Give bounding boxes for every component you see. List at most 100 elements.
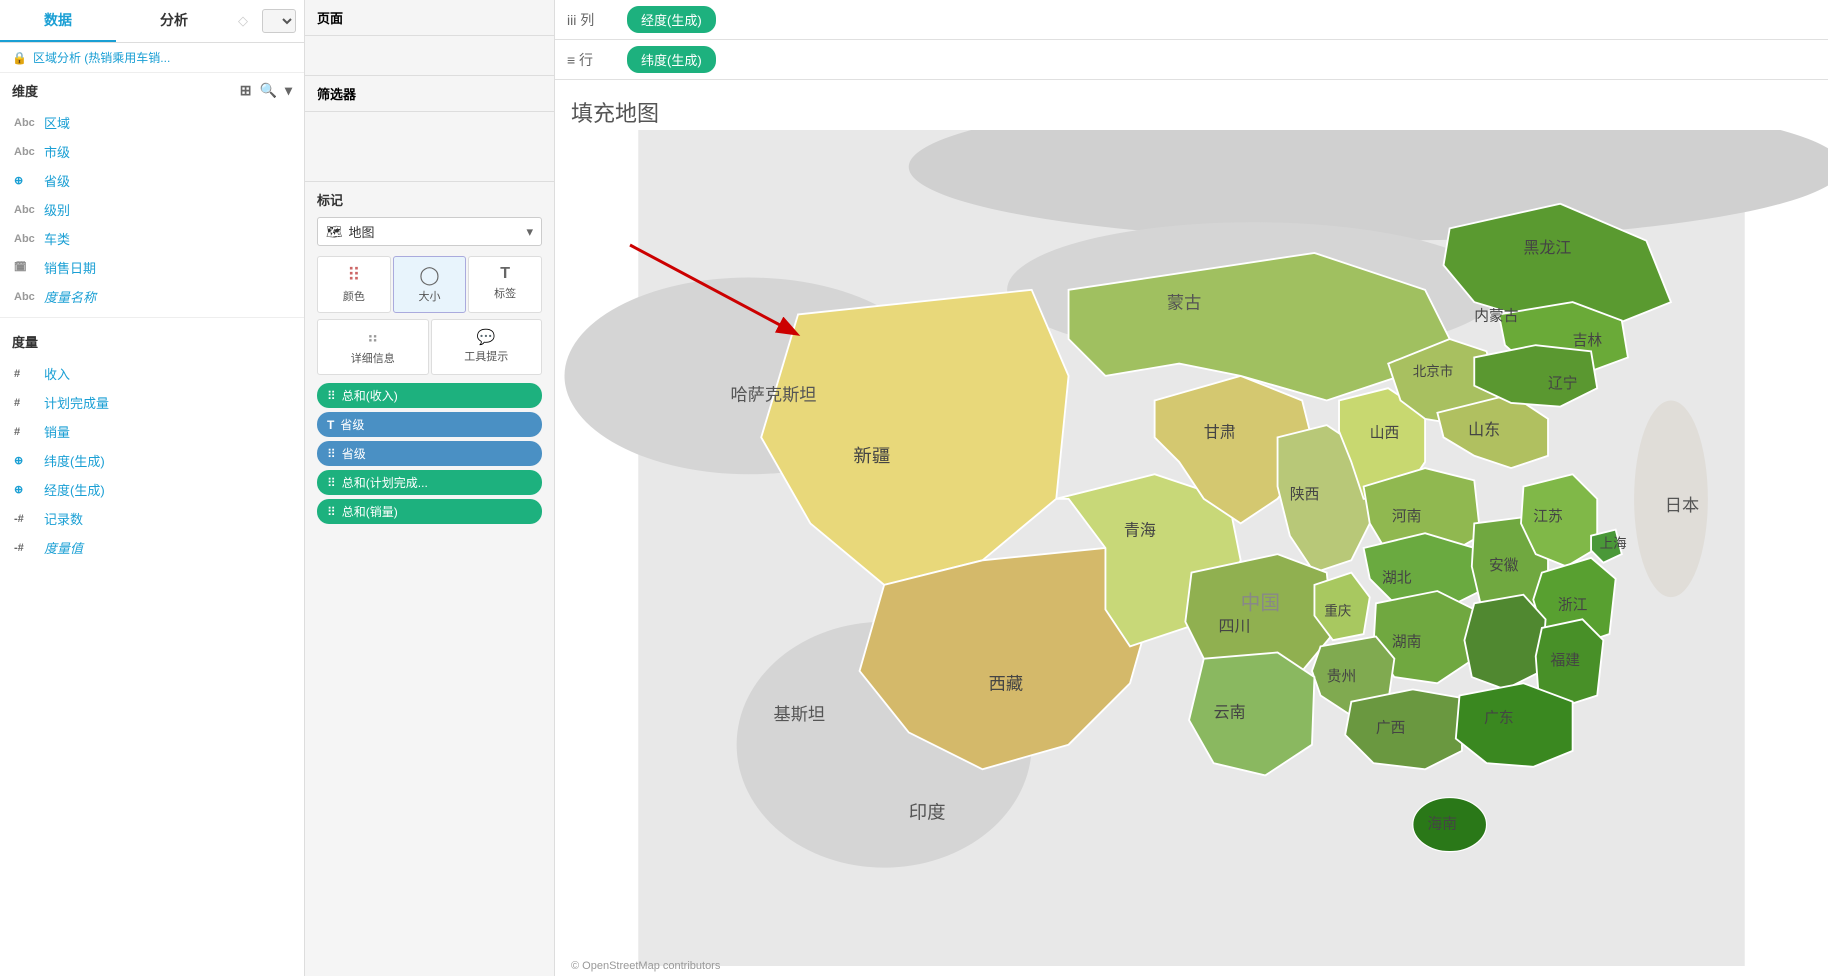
columns-pill[interactable]: 经度(生成)	[627, 6, 716, 33]
svg-text:福建: 福建	[1550, 652, 1580, 669]
dimensions-icons: ⊞ 🔍 ▾	[240, 82, 292, 99]
svg-text:辽宁: 辽宁	[1548, 375, 1578, 392]
measure-item-shouru[interactable]: # 收入	[0, 359, 304, 388]
dim-label: 车类	[44, 229, 70, 248]
pages-label: 页面	[305, 0, 554, 36]
svg-text:重庆: 重庆	[1324, 604, 1352, 619]
measures-title: 度量	[12, 332, 38, 351]
svg-text:西藏: 西藏	[989, 673, 1023, 693]
pill-label: 省级	[342, 445, 366, 462]
svg-text:吉林: 吉林	[1573, 332, 1603, 349]
svg-text:基斯坦: 基斯坦	[774, 704, 826, 724]
dim-item-shengji[interactable]: ⊕ 省级	[0, 166, 304, 195]
measure-type: -#	[14, 513, 36, 525]
pill-shengji-dots[interactable]: ⠿ 省级	[317, 441, 542, 466]
mark-color-btn[interactable]: ⠿ 颜色	[317, 256, 391, 313]
mark-label-btn[interactable]: T 标签	[468, 256, 542, 313]
analysis-dropdown[interactable]	[262, 9, 296, 33]
grid-icon[interactable]: ⊞	[240, 82, 252, 99]
rows-shelf: ≡ 行 纬度(生成)	[555, 40, 1828, 80]
svg-text:上海: 上海	[1600, 536, 1628, 551]
dim-item-duliangmingcheng[interactable]: Abc 度量名称	[0, 282, 304, 311]
dimensions-title: 维度	[12, 81, 38, 100]
marks-type-dropdown[interactable]: 🗺 地图 ▾	[317, 217, 542, 246]
svg-text:江苏: 江苏	[1533, 508, 1563, 525]
dim-item-xiaoshouriqi[interactable]: 🗓 销售日期	[0, 253, 304, 282]
dim-item-shiji[interactable]: Abc 市级	[0, 137, 304, 166]
measure-item-jihua[interactable]: # 计划完成量	[0, 388, 304, 417]
svg-text:海南: 海南	[1428, 815, 1458, 832]
left-panel: 数据 分析 ◇ 🔒 区域分析 (热销乘用车销... 维度 ⊞ 🔍 ▾ Abc 区…	[0, 0, 305, 976]
tab-data[interactable]: 数据	[0, 0, 116, 42]
svg-text:陕西: 陕西	[1290, 486, 1320, 503]
svg-text:湖北: 湖北	[1382, 569, 1412, 586]
measure-label: 计划完成量	[44, 393, 109, 412]
measure-item-jingdu[interactable]: ⊕ 经度(生成)	[0, 475, 304, 504]
svg-text:云南: 云南	[1214, 704, 1246, 722]
measure-type: -#	[14, 542, 36, 554]
source-label[interactable]: 🔒 区域分析 (热销乘用车销...	[0, 43, 304, 73]
dimensions-list: Abc 区域 Abc 市级 ⊕ 省级 Abc 级别 Abc 车类 🗓 销售日期 …	[0, 108, 304, 311]
filters-label: 筛选器	[305, 76, 554, 112]
size-label: 大小	[418, 288, 440, 304]
dim-label: 市级	[44, 142, 70, 161]
pill-shouru[interactable]: ⠿ 总和(收入)	[317, 383, 542, 408]
dim-label: 级别	[44, 200, 70, 219]
expand-icon[interactable]: ▾	[285, 82, 292, 99]
pill-label: 总和(销量)	[342, 503, 398, 520]
dim-item-jibie[interactable]: Abc 级别	[0, 195, 304, 224]
pill-jihua[interactable]: ⠿ 总和(计划完成...	[317, 470, 542, 495]
map-icon: 🗺	[326, 224, 343, 240]
pill-icon: ⠿	[327, 389, 336, 403]
source-text: 区域分析 (热销乘用车销...	[33, 49, 170, 66]
left-tabs-header: 数据 分析 ◇	[0, 0, 304, 43]
filters-area	[305, 112, 554, 182]
measure-label: 销量	[44, 422, 70, 441]
svg-text:广西: 广西	[1376, 719, 1406, 736]
measure-item-jilvshu[interactable]: -# 记录数	[0, 504, 304, 533]
pill-icon: ⠿	[327, 505, 336, 519]
svg-text:广东: 广东	[1484, 710, 1514, 727]
svg-text:湖南: 湖南	[1392, 633, 1422, 650]
measure-item-weidu[interactable]: ⊕ 纬度(生成)	[0, 446, 304, 475]
dimensions-header: 维度 ⊞ 🔍 ▾	[0, 73, 304, 108]
tooltip-label: 工具提示	[464, 348, 508, 364]
label-label: 标签	[494, 285, 516, 301]
chart-title: 填充地图	[571, 96, 1812, 128]
measure-item-xiaoliang[interactable]: # 销量	[0, 417, 304, 446]
mark-tooltip-btn[interactable]: 💬 工具提示	[431, 319, 543, 375]
size-icon: ◯	[419, 265, 439, 286]
rows-pill[interactable]: 纬度(生成)	[627, 46, 716, 73]
dim-type: Abc	[14, 204, 36, 216]
mark-size-btn[interactable]: ◯ 大小	[393, 256, 467, 313]
svg-text:内蒙古: 内蒙古	[1474, 308, 1518, 325]
measure-item-duliangzhi[interactable]: -# 度量值	[0, 533, 304, 562]
dim-item-chelei[interactable]: Abc 车类	[0, 224, 304, 253]
dim-type: Abc	[14, 291, 36, 303]
measure-label: 纬度(生成)	[44, 451, 105, 470]
pill-shengji-label[interactable]: T 省级	[317, 412, 542, 437]
svg-text:甘肃: 甘肃	[1204, 423, 1236, 441]
mark-detail-btn[interactable]: ⠶ 详细信息	[317, 319, 429, 375]
measure-label: 度量值	[44, 538, 83, 557]
pill-xiaoliang[interactable]: ⠿ 总和(销量)	[317, 499, 542, 524]
search-icon[interactable]: 🔍	[260, 82, 277, 99]
dim-label: 销售日期	[44, 258, 96, 277]
pill-icon: T	[327, 418, 334, 432]
dim-type: Abc	[14, 146, 36, 158]
tab-analysis[interactable]: 分析	[116, 0, 232, 42]
svg-text:哈萨克斯坦: 哈萨克斯坦	[730, 384, 816, 404]
measure-type-geo: ⊕	[14, 483, 36, 496]
svg-text:北京市: 北京市	[1413, 363, 1454, 379]
lock-icon: 🔒	[12, 51, 27, 65]
dim-label: 区域	[44, 113, 70, 132]
columns-shelf: iii 列 经度(生成)	[555, 0, 1828, 40]
marks-buttons-row2: ⠶ 详细信息 💬 工具提示	[317, 319, 542, 375]
chart-area: 填充地图	[555, 80, 1828, 976]
marks-dropdown-label: 🗺 地图	[326, 222, 526, 241]
pill-label: 总和(收入)	[342, 387, 398, 404]
dim-item-quyu[interactable]: Abc 区域	[0, 108, 304, 137]
svg-text:日本: 日本	[1665, 495, 1699, 515]
detail-icon: ⠶	[367, 328, 379, 348]
china-map: 哈萨克斯坦 蒙古 黑龙江 内蒙古 吉林 辽宁 新疆 甘肃 山西 北京市 青海 中…	[555, 130, 1828, 966]
